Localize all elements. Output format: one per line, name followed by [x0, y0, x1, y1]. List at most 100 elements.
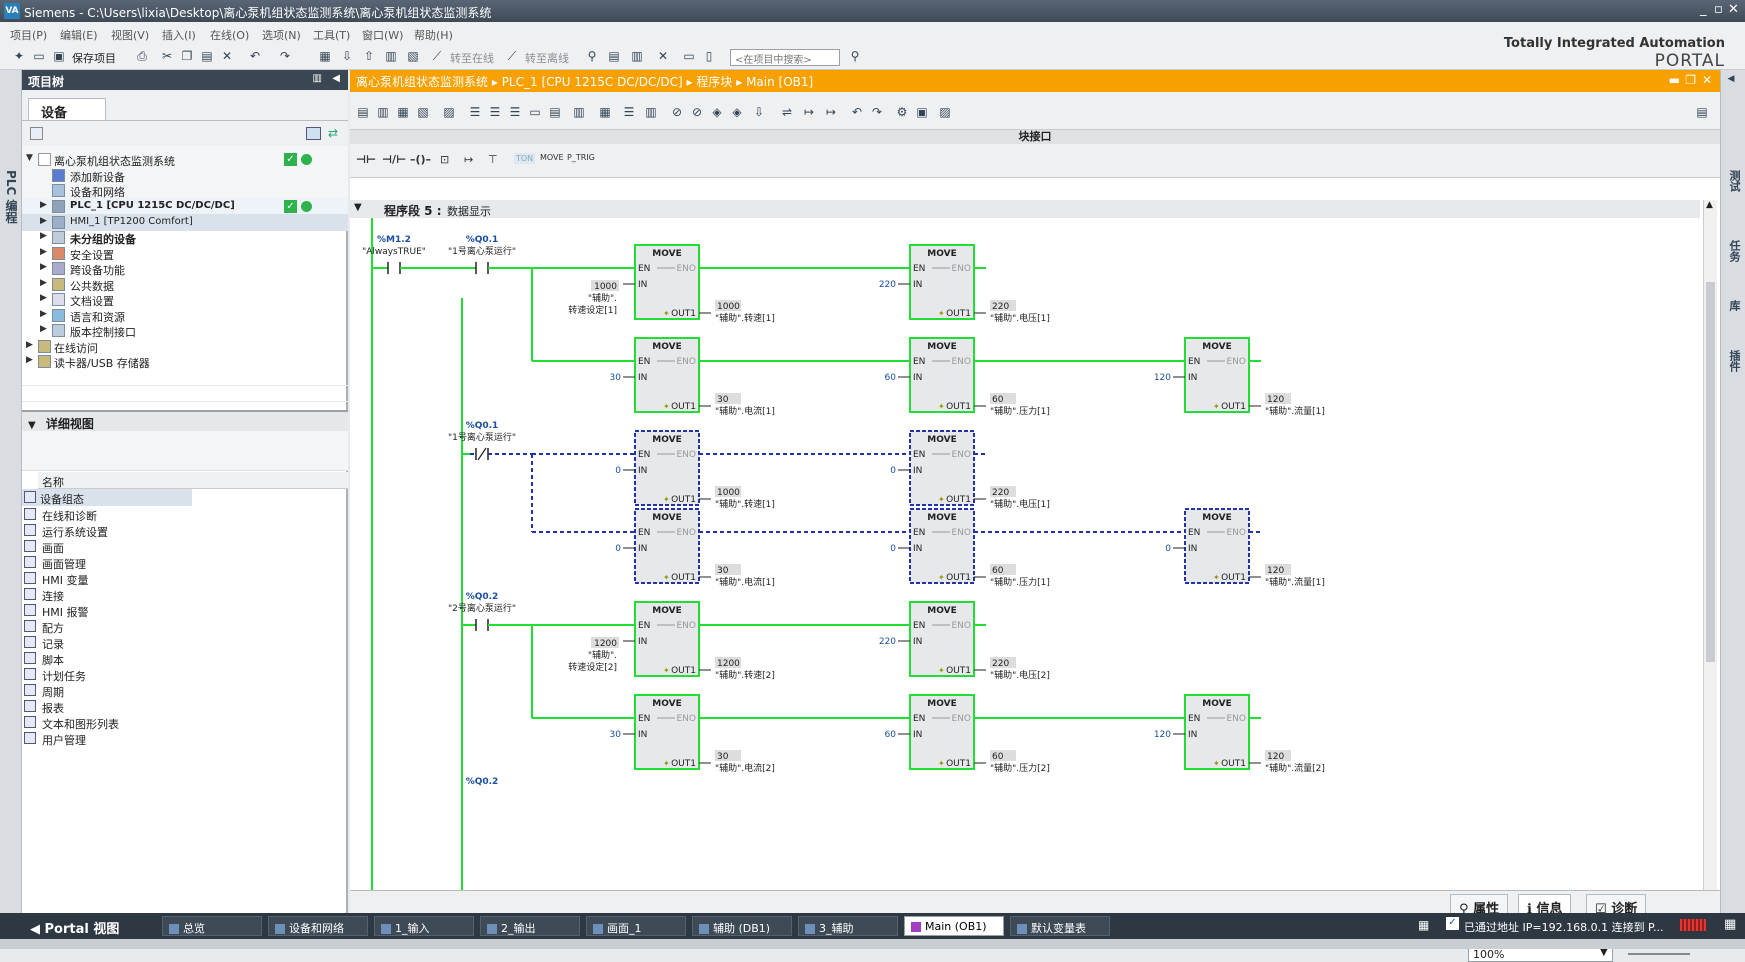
breadcrumb-blocks[interactable]: 程序块: [696, 75, 732, 89]
save-project-button[interactable]: 保存项目: [72, 50, 116, 66]
tree-item-devices-networks[interactable]: 设备和网络: [22, 182, 348, 199]
scroll-up-icon[interactable]: ▲: [1706, 200, 1713, 210]
breadcrumb-main[interactable]: Main [OB1]: [746, 75, 813, 89]
collapse-right-icon[interactable]: ◀: [1726, 74, 1736, 84]
empty-box-icon[interactable]: ⊡: [440, 153, 449, 166]
tree-item-plc[interactable]: ▶ PLC_1 [CPU 1215C DC/DC/DC] ✓: [22, 198, 348, 215]
ptrig-button[interactable]: P_TRIG: [567, 153, 595, 162]
expand-icon[interactable]: ▶: [40, 278, 47, 288]
upload-icon[interactable]: ⇧: [362, 49, 376, 63]
menu-edit[interactable]: 编辑(E): [60, 27, 98, 43]
delete-network-icon[interactable]: ▥: [376, 105, 390, 119]
split-horizontal-icon[interactable]: ▭: [682, 49, 696, 63]
column-header-name[interactable]: 名称: [38, 472, 348, 489]
task-screen[interactable]: 画面_1: [586, 916, 686, 936]
no-contact-icon[interactable]: ⊣⊢: [356, 153, 376, 166]
tab-addins[interactable]: 插件: [1726, 350, 1742, 372]
task-aux[interactable]: 3_辅助: [798, 916, 898, 936]
tree-item-version-control[interactable]: ▶ 版本控制接口: [22, 322, 348, 339]
monitor-on-off-icon[interactable]: ⊘: [670, 105, 684, 119]
open-all-networks-icon[interactable]: ☰: [468, 105, 482, 119]
redo-icon[interactable]: ↷: [278, 49, 292, 63]
expand-icon[interactable]: ▼: [26, 153, 33, 163]
breakpoint-icon[interactable]: ⊘: [690, 105, 704, 119]
jump-back-icon[interactable]: ↶: [850, 105, 864, 119]
task-devices-networks[interactable]: 设备和网络: [268, 916, 368, 936]
compile-icon[interactable]: ▦: [318, 49, 332, 63]
expand-icon[interactable]: ▶: [40, 324, 47, 334]
download-icon[interactable]: ⇩: [340, 49, 354, 63]
tab-libraries[interactable]: 库: [1726, 300, 1742, 311]
monitor-view-icon[interactable]: ▣: [915, 105, 929, 119]
ton-button[interactable]: TON: [514, 153, 536, 164]
menu-options[interactable]: 选项(N): [262, 27, 301, 43]
task-main[interactable]: Main (OB1): [904, 916, 1004, 936]
go-offline-icon[interactable]: ⟋: [505, 49, 519, 63]
breadcrumb-plc[interactable]: PLC_1 [CPU 1215C DC/DC/DC]: [502, 75, 683, 89]
tree-item-card-reader[interactable]: ▶ 读卡器/USB 存储器: [22, 353, 348, 370]
close-editor-icon[interactable]: ✕: [656, 49, 670, 63]
split-vertical-icon[interactable]: ▯: [702, 49, 716, 63]
tab-tasks[interactable]: 任务: [1726, 240, 1742, 262]
cut-icon[interactable]: ✂: [160, 49, 174, 63]
cross-reference-icon[interactable]: ▤: [607, 49, 621, 63]
nc-contact-icon[interactable]: ⊣/⊢: [382, 153, 406, 166]
tag-info-icon[interactable]: ▦: [598, 105, 612, 119]
close-button[interactable]: ✕: [1728, 2, 1739, 17]
task-db[interactable]: 辅助 (DB1): [692, 916, 792, 936]
collapse-icon[interactable]: ▼: [28, 420, 36, 431]
editor-minimize-icon[interactable]: ▬: [1669, 73, 1680, 87]
add-icon[interactable]: ⇄: [328, 126, 338, 140]
view-icon[interactable]: ⚙: [895, 105, 909, 119]
copy-icon[interactable]: ❐: [180, 49, 194, 63]
favorites-icon[interactable]: ▤: [548, 105, 562, 119]
overview-toggle-icon[interactable]: ▤: [1695, 105, 1709, 119]
close-branch-icon[interactable]: ⊤: [488, 153, 498, 166]
go-online-icon[interactable]: ⟋: [430, 49, 444, 63]
stop-sim-icon[interactable]: ▧: [406, 49, 420, 63]
tree-item-cross-device[interactable]: ▶ 跨设备功能: [22, 260, 348, 277]
force-icon[interactable]: ◈: [730, 105, 744, 119]
tab-diagnostics[interactable]: ☑ 诊断: [1586, 894, 1647, 917]
network-header[interactable]: ▼ 程序段 5 : 数据显示: [350, 200, 1700, 218]
network-comments-icon[interactable]: ▥: [644, 105, 658, 119]
menu-window[interactable]: 窗口(W): [362, 27, 403, 43]
status-icon[interactable]: ▨: [938, 105, 952, 119]
minimize-button[interactable]: _: [1700, 2, 1707, 17]
portal-view-button[interactable]: ◀ Portal 视图: [30, 918, 119, 937]
pin-icon[interactable]: ▥: [313, 73, 322, 84]
scroll-thumb[interactable]: [1706, 282, 1715, 662]
simulation-icon[interactable]: ▥: [384, 49, 398, 63]
insert-network-icon[interactable]: ▤: [356, 105, 370, 119]
expand-icon[interactable]: ▶: [40, 309, 47, 319]
move-button[interactable]: MOVE: [540, 153, 564, 162]
task-overview[interactable]: 总览: [162, 916, 262, 936]
task-input[interactable]: 1_输入: [374, 916, 474, 936]
menu-tools[interactable]: 工具(T): [313, 27, 350, 43]
menu-insert[interactable]: 插入(I): [162, 27, 196, 43]
zoom-slider[interactable]: [1628, 953, 1690, 955]
print-icon[interactable]: ⎙: [135, 49, 149, 63]
close-all-networks-icon[interactable]: ☰: [488, 105, 502, 119]
tag-display-icon[interactable]: ▥: [572, 105, 586, 119]
tree-item-project[interactable]: ▼ 离心泵机组状态监测系统 ✓: [22, 151, 348, 168]
monitor-icon[interactable]: ▥: [630, 49, 644, 63]
editor-close-icon[interactable]: ✕: [1702, 73, 1712, 87]
jump-forward-icon[interactable]: ↷: [870, 105, 884, 119]
search-icon[interactable]: ⚲: [848, 49, 862, 63]
step-icon[interactable]: ↦: [824, 105, 838, 119]
overview-icon[interactable]: [306, 127, 321, 140]
go-offline-button[interactable]: 转至离线: [525, 50, 569, 66]
accessible-devices-icon[interactable]: ⚲: [585, 49, 599, 63]
new-project-icon[interactable]: ✦: [12, 49, 26, 63]
tree-options-icon[interactable]: [30, 127, 43, 140]
tab-properties[interactable]: ⚲ 属性: [1450, 894, 1509, 917]
call-hierarchy-icon[interactable]: ⇌: [780, 105, 794, 119]
editor-float-icon[interactable]: ❐: [1685, 73, 1696, 87]
navigation-icon[interactable]: ☰: [508, 105, 522, 119]
tab-testing[interactable]: 测试: [1726, 170, 1742, 192]
modify-icon[interactable]: ◈: [710, 105, 724, 119]
collapse-network-icon[interactable]: ▼: [354, 202, 362, 213]
comments-icon[interactable]: ▭: [528, 105, 542, 119]
add-row-icon[interactable]: ▧: [416, 105, 430, 119]
